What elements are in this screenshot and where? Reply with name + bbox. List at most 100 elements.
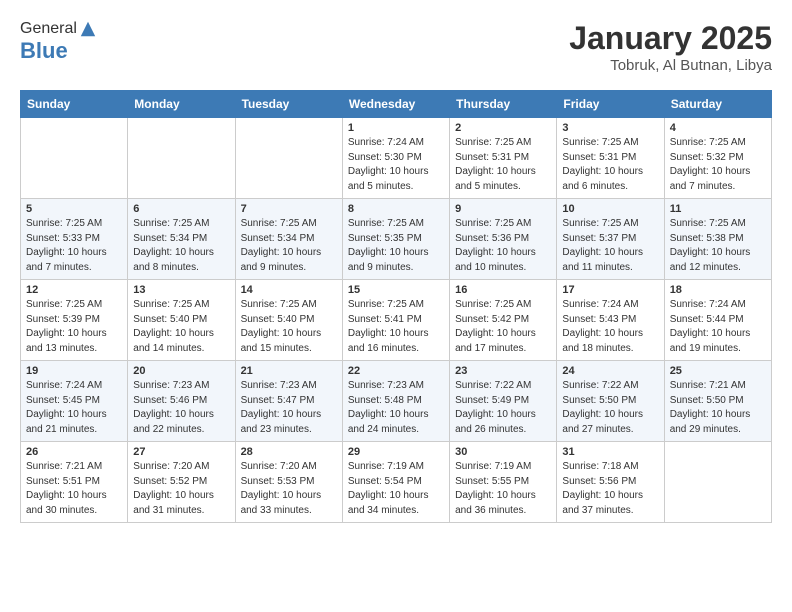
day-info: Sunrise: 7:23 AMSunset: 5:46 PMDaylight:…: [133, 379, 229, 437]
day-number: 29: [348, 446, 444, 458]
calendar-day-cell: 22Sunrise: 7:23 AMSunset: 5:48 PMDayligh…: [342, 361, 449, 442]
calendar-day-cell: 10 Sunrise: 7:25 AMSunset: 5:37 PMDayligh…: [557, 199, 664, 280]
weekday-header-cell: Wednesday: [342, 91, 449, 118]
calendar-day-cell: 6Sunrise: 7:25 AMSunset: 5:34 PMDaylight…: [128, 199, 235, 280]
day-info: Sunrise: 7:25 AMSunset: 5:32 PMDaylight:…: [670, 136, 766, 194]
calendar-day-cell: 1 Sunrise: 7:24 AMSunset: 5:30 PMDaylight…: [342, 118, 449, 199]
calendar-table: SundayMondayTuesdayWednesdayThursdayFrid…: [20, 90, 772, 523]
calendar-day-cell: 28 Sunrise: 7:20 AMSunset: 5:53 PMDayligh…: [235, 442, 342, 523]
day-info: Sunrise: 7:25 AMSunset: 5:40 PMDaylight:…: [241, 298, 337, 356]
day-number: 26: [26, 446, 122, 458]
day-number: 15: [348, 284, 444, 296]
day-number: 3: [562, 122, 658, 134]
weekday-header-row: SundayMondayTuesdayWednesdayThursdayFrid…: [21, 91, 772, 118]
calendar-day-cell: 26 Sunrise: 7:21 AMSunset: 5:51 PMDayligh…: [21, 442, 128, 523]
calendar-day-cell: 12 Sunrise: 7:25 AMSunset: 5:39 PMDayligh…: [21, 280, 128, 361]
day-number: 23: [455, 365, 551, 377]
day-number: 30: [455, 446, 551, 458]
day-info: Sunrise: 7:18 AMSunset: 5:56 PMDaylight:…: [562, 460, 658, 518]
day-number: 14: [241, 284, 337, 296]
calendar-day-cell: 9Sunrise: 7:25 AMSunset: 5:36 PMDaylight…: [450, 199, 557, 280]
day-info: Sunrise: 7:22 AMSunset: 5:49 PMDaylight:…: [455, 379, 551, 437]
day-number: 2: [455, 122, 551, 134]
day-info: Sunrise: 7:25 AMSunset: 5:33 PMDaylight:…: [26, 217, 122, 275]
day-info: Sunrise: 7:25 AMSunset: 5:40 PMDaylight:…: [133, 298, 229, 356]
calendar-day-cell: [21, 118, 128, 199]
page-header: General Blue January 2025 Tobruk, Al But…: [20, 20, 772, 74]
day-info: Sunrise: 7:19 AMSunset: 5:55 PMDaylight:…: [455, 460, 551, 518]
calendar-day-cell: 5 Sunrise: 7:25 AMSunset: 5:33 PMDaylight…: [21, 199, 128, 280]
day-number: 1: [348, 122, 444, 134]
calendar-day-cell: 18Sunrise: 7:24 AMSunset: 5:44 PMDayligh…: [664, 280, 771, 361]
calendar-day-cell: 3 Sunrise: 7:25 AMSunset: 5:31 PMDaylight…: [557, 118, 664, 199]
weekday-header-cell: Monday: [128, 91, 235, 118]
calendar-day-cell: 25 Sunrise: 7:21 AMSunset: 5:50 PMDayligh…: [664, 361, 771, 442]
day-info: Sunrise: 7:25 AMSunset: 5:31 PMDaylight:…: [562, 136, 658, 194]
day-number: 31: [562, 446, 658, 458]
day-info: Sunrise: 7:25 AMSunset: 5:38 PMDaylight:…: [670, 217, 766, 275]
day-info: Sunrise: 7:20 AMSunset: 5:52 PMDaylight:…: [133, 460, 229, 518]
day-number: 5: [26, 203, 122, 215]
weekday-header-cell: Saturday: [664, 91, 771, 118]
weekday-header-cell: Tuesday: [235, 91, 342, 118]
day-number: 17: [562, 284, 658, 296]
calendar-day-cell: 23 Sunrise: 7:22 AMSunset: 5:49 PMDayligh…: [450, 361, 557, 442]
day-number: 12: [26, 284, 122, 296]
calendar-day-cell: [235, 118, 342, 199]
calendar-day-cell: 30 Sunrise: 7:19 AMSunset: 5:55 PMDayligh…: [450, 442, 557, 523]
day-info: Sunrise: 7:25 AMSunset: 5:39 PMDaylight:…: [26, 298, 122, 356]
day-number: 6: [133, 203, 229, 215]
day-info: Sunrise: 7:25 AMSunset: 5:37 PMDaylight:…: [562, 217, 658, 275]
day-number: 27: [133, 446, 229, 458]
day-info: Sunrise: 7:23 AMSunset: 5:47 PMDaylight:…: [241, 379, 337, 437]
logo-general: General: [20, 20, 77, 38]
day-number: 24: [562, 365, 658, 377]
calendar-week-row: 5 Sunrise: 7:25 AMSunset: 5:33 PMDaylight…: [21, 199, 772, 280]
calendar-day-cell: 20 Sunrise: 7:23 AMSunset: 5:46 PMDayligh…: [128, 361, 235, 442]
calendar-day-cell: 19 Sunrise: 7:24 AMSunset: 5:45 PMDayligh…: [21, 361, 128, 442]
day-info: Sunrise: 7:25 AMSunset: 5:34 PMDaylight:…: [241, 217, 337, 275]
day-info: Sunrise: 7:21 AMSunset: 5:50 PMDaylight:…: [670, 379, 766, 437]
day-number: 22: [348, 365, 444, 377]
calendar-day-cell: 7Sunrise: 7:25 AMSunset: 5:34 PMDaylight…: [235, 199, 342, 280]
day-info: Sunrise: 7:24 AMSunset: 5:44 PMDaylight:…: [670, 298, 766, 356]
calendar-day-cell: 15Sunrise: 7:25 AMSunset: 5:41 PMDayligh…: [342, 280, 449, 361]
calendar-subtitle: Tobruk, Al Butnan, Libya: [569, 57, 772, 74]
day-info: Sunrise: 7:25 AMSunset: 5:31 PMDaylight:…: [455, 136, 551, 194]
day-number: 4: [670, 122, 766, 134]
day-info: Sunrise: 7:20 AMSunset: 5:53 PMDaylight:…: [241, 460, 337, 518]
logo: General Blue: [20, 20, 97, 64]
weekday-header-cell: Sunday: [21, 91, 128, 118]
calendar-day-cell: [128, 118, 235, 199]
calendar-week-row: 26 Sunrise: 7:21 AMSunset: 5:51 PMDayligh…: [21, 442, 772, 523]
calendar-day-cell: 29Sunrise: 7:19 AMSunset: 5:54 PMDayligh…: [342, 442, 449, 523]
day-info: Sunrise: 7:24 AMSunset: 5:30 PMDaylight:…: [348, 136, 444, 194]
logo-icon: [79, 20, 97, 38]
calendar-day-cell: 13 Sunrise: 7:25 AMSunset: 5:40 PMDayligh…: [128, 280, 235, 361]
day-info: Sunrise: 7:22 AMSunset: 5:50 PMDaylight:…: [562, 379, 658, 437]
calendar-week-row: 19 Sunrise: 7:24 AMSunset: 5:45 PMDayligh…: [21, 361, 772, 442]
calendar-day-cell: [664, 442, 771, 523]
calendar-day-cell: 8Sunrise: 7:25 AMSunset: 5:35 PMDaylight…: [342, 199, 449, 280]
day-info: Sunrise: 7:21 AMSunset: 5:51 PMDaylight:…: [26, 460, 122, 518]
day-number: 13: [133, 284, 229, 296]
day-number: 28: [241, 446, 337, 458]
day-number: 11: [670, 203, 766, 215]
calendar-day-cell: 24 Sunrise: 7:22 AMSunset: 5:50 PMDayligh…: [557, 361, 664, 442]
weekday-header-cell: Thursday: [450, 91, 557, 118]
day-number: 8: [348, 203, 444, 215]
day-number: 9: [455, 203, 551, 215]
day-info: Sunrise: 7:25 AMSunset: 5:42 PMDaylight:…: [455, 298, 551, 356]
day-number: 20: [133, 365, 229, 377]
calendar-week-row: 12 Sunrise: 7:25 AMSunset: 5:39 PMDayligh…: [21, 280, 772, 361]
title-block: January 2025 Tobruk, Al Butnan, Libya: [569, 20, 772, 74]
day-info: Sunrise: 7:24 AMSunset: 5:45 PMDaylight:…: [26, 379, 122, 437]
logo-blue: Blue: [20, 38, 97, 64]
day-number: 19: [26, 365, 122, 377]
day-number: 25: [670, 365, 766, 377]
calendar-day-cell: 27 Sunrise: 7:20 AMSunset: 5:52 PMDayligh…: [128, 442, 235, 523]
day-number: 21: [241, 365, 337, 377]
day-number: 10: [562, 203, 658, 215]
calendar-body: 1 Sunrise: 7:24 AMSunset: 5:30 PMDaylight…: [21, 118, 772, 523]
day-info: Sunrise: 7:24 AMSunset: 5:43 PMDaylight:…: [562, 298, 658, 356]
